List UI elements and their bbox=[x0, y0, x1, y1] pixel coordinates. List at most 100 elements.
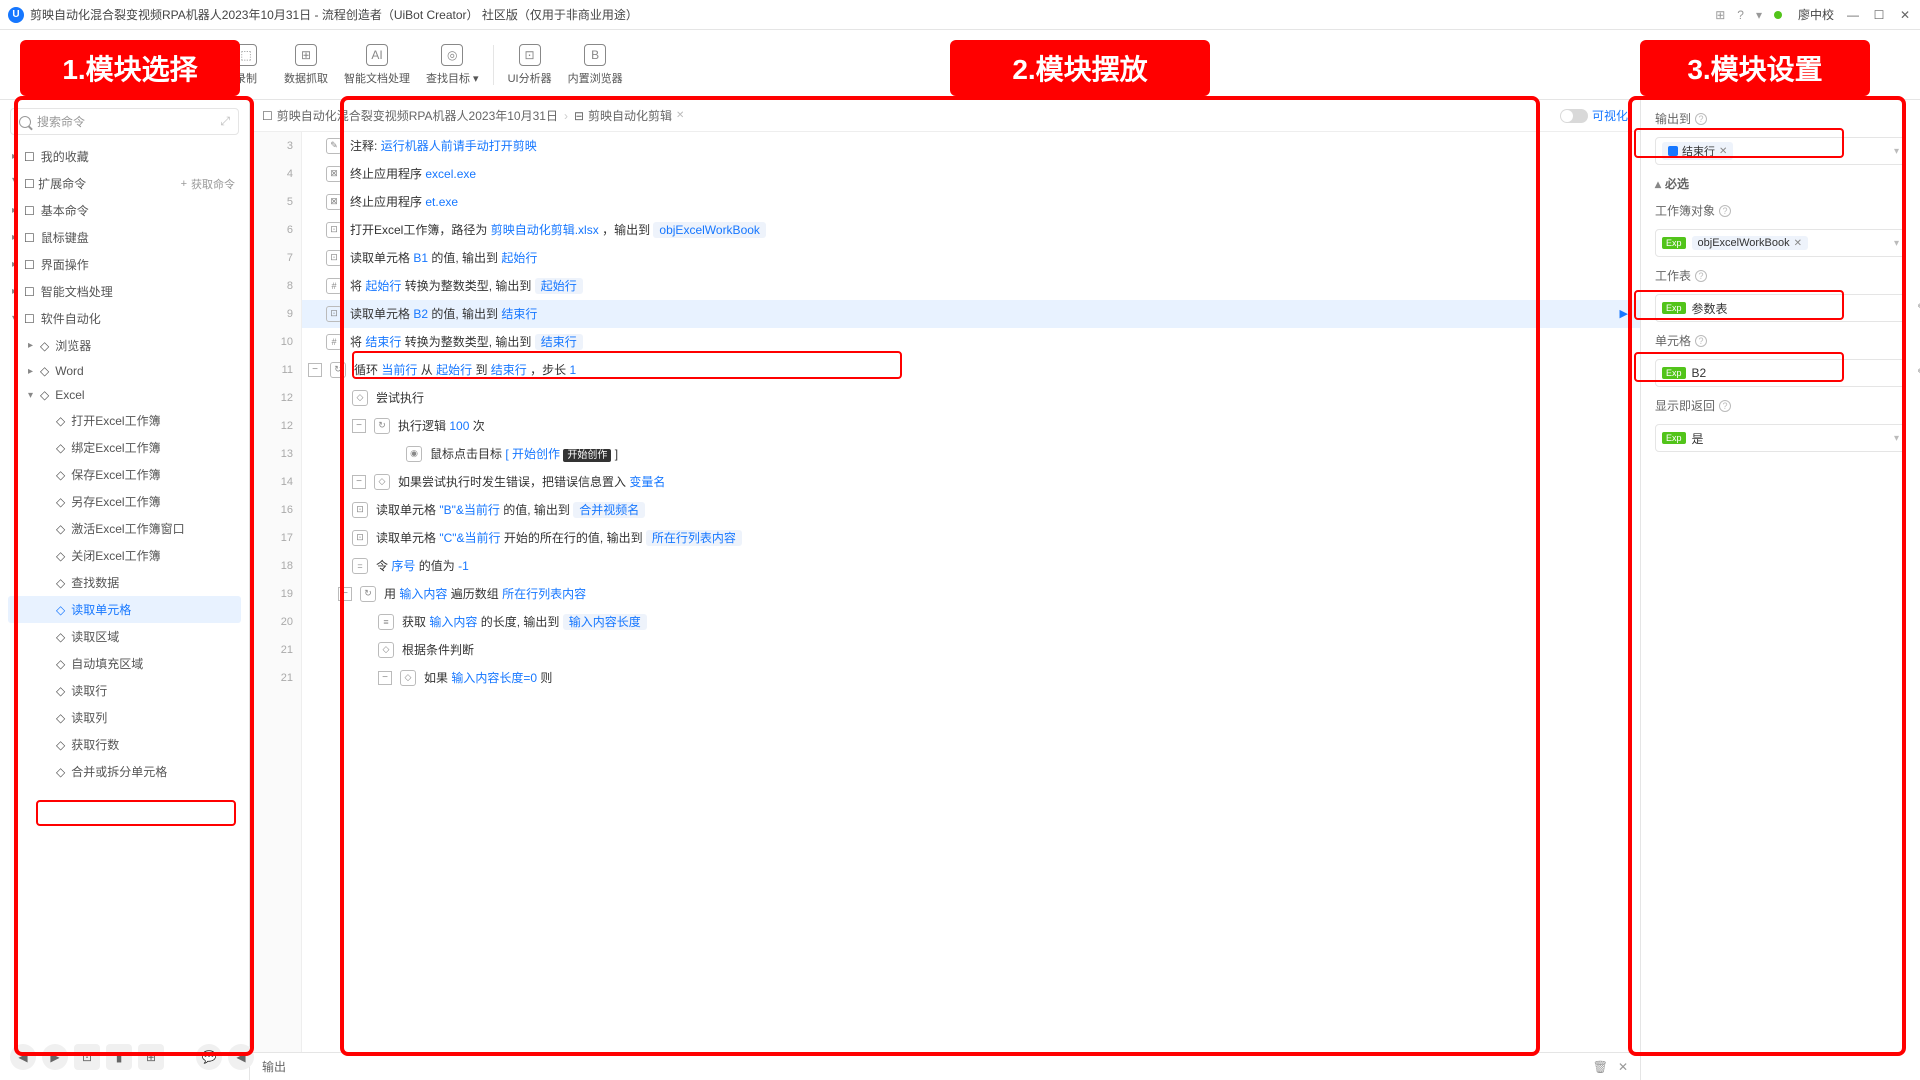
excel-bind[interactable]: ◇ 绑定Excel工作簿 bbox=[8, 434, 241, 461]
code-line-4[interactable]: ⊠终止应用程序 excel.exe bbox=[302, 160, 1640, 188]
tree-excel[interactable]: ▾◇ Excel bbox=[8, 383, 241, 407]
tree-mouse[interactable]: ▸☐ 鼠标键盘 bbox=[8, 224, 241, 251]
data-capture-button[interactable]: ⊞数据抓取 bbox=[276, 40, 336, 90]
output-panel[interactable]: 输出 🗑 ✕ bbox=[250, 1052, 1640, 1080]
tree-basic[interactable]: ▸☐ 基本命令 bbox=[8, 197, 241, 224]
app-icon: U bbox=[8, 7, 24, 23]
excel-activate[interactable]: ◇ 激活Excel工作簿窗口 bbox=[8, 515, 241, 542]
command-tree: ▸☐ 我的收藏 ▾☐ 扩展命令+ 获取命令 ▸☐ 基本命令 ▸☐ 鼠标键盘 ▸☐… bbox=[0, 143, 249, 1072]
search-icon bbox=[19, 116, 31, 128]
prop-cell-field[interactable]: Exp B2 ✎ bbox=[1655, 359, 1906, 387]
code-line-17[interactable]: ⊡读取单元格 "C"&当前行 开始的所在行的值, 输出到 所在行列表内容 bbox=[302, 524, 1640, 552]
run-step-icon[interactable]: ▶ bbox=[1620, 307, 1628, 320]
code-line-19[interactable]: −↻用 输入内容 遍历数组 所在行列表内容 bbox=[302, 580, 1640, 608]
excel-save-as[interactable]: ◇ 另存Excel工作簿 bbox=[8, 488, 241, 515]
prop-sheet-label: 工作表? bbox=[1655, 267, 1906, 284]
app-title: 剪映自动化混合裂变视频RPA机器人2023年10月31日 - 流程创造者（UiB… bbox=[30, 6, 638, 23]
close-icon[interactable]: ✕ bbox=[1898, 8, 1912, 22]
tree-word[interactable]: ▸◇ Word bbox=[8, 359, 241, 383]
tree-auto[interactable]: ▾☐ 软件自动化 bbox=[8, 305, 241, 332]
collapse-icon[interactable]: − bbox=[308, 363, 322, 377]
bt-grid[interactable]: ⊞ bbox=[138, 1044, 164, 1070]
code-line-9[interactable]: ⊡读取单元格 B2 的值, 输出到 结束行▶ bbox=[302, 300, 1640, 328]
excel-read-cell[interactable]: ◇ 读取单元格 bbox=[8, 596, 241, 623]
bt-play[interactable]: ▶ bbox=[42, 1044, 68, 1070]
code-line-21b[interactable]: −◇如果 输入内容长度=0 则 bbox=[302, 664, 1640, 692]
excel-read-col[interactable]: ◇ 读取列 bbox=[8, 704, 241, 731]
code-line-13[interactable]: ◉鼠标点击目标 [ 开始创作 开始创作 ] bbox=[302, 440, 1640, 468]
excel-find[interactable]: ◇ 查找数据 bbox=[8, 569, 241, 596]
bt-rec[interactable]: ⊡ bbox=[74, 1044, 100, 1070]
prop-sheet-field[interactable]: Exp 参数表 ✎ bbox=[1655, 294, 1906, 322]
excel-read-range[interactable]: ◇ 读取区域 bbox=[8, 623, 241, 650]
excel-close[interactable]: ◇ 关闭Excel工作簿 bbox=[8, 542, 241, 569]
tree-smart[interactable]: ▸☐ 智能文档处理 bbox=[8, 278, 241, 305]
bt-collapse[interactable]: ◀ bbox=[228, 1044, 254, 1070]
crumb-root[interactable]: ☐ 剪映自动化混合裂变视频RPA机器人2023年10月31日 bbox=[262, 107, 558, 124]
excel-save[interactable]: ◇ 保存Excel工作簿 bbox=[8, 461, 241, 488]
annotation-1-label: 1.模块选择 bbox=[20, 40, 240, 96]
editor: ☐ 剪映自动化混合裂变视频RPA机器人2023年10月31日 › ⊟ 剪映自动化… bbox=[250, 100, 1640, 1080]
builtin-browser-button[interactable]: B内置浏览器 bbox=[560, 40, 631, 90]
excel-merge-split[interactable]: ◇ 合并或拆分单元格 bbox=[8, 758, 241, 785]
code-line-14[interactable]: −◇如果尝试执行时发生错误，把错误信息置入 变量名 bbox=[302, 468, 1640, 496]
visual-toggle[interactable]: 可视化 bbox=[1560, 107, 1628, 124]
expand-icon[interactable]: ⤢ bbox=[220, 114, 230, 129]
find-target-button[interactable]: ◎查找目标 ▾ bbox=[418, 40, 487, 90]
user-name[interactable]: 廖中校 bbox=[1798, 6, 1834, 23]
required-section[interactable]: ▴必选 bbox=[1655, 175, 1906, 192]
annotation-2-label: 2.模块摆放 bbox=[950, 40, 1210, 96]
code-line-12a[interactable]: ◇尝试执行 bbox=[302, 384, 1640, 412]
prop-output-field[interactable]: 结束行✕ ▾ bbox=[1655, 137, 1906, 165]
prop-workbook-field[interactable]: Exp objExcelWorkBook✕ ▾ bbox=[1655, 229, 1906, 257]
bt-cam[interactable]: ▮ bbox=[106, 1044, 132, 1070]
minimize-icon[interactable]: — bbox=[1846, 8, 1860, 22]
tree-favorites[interactable]: ▸☐ 我的收藏 bbox=[8, 143, 241, 170]
output-close-icon[interactable]: ✕ bbox=[1618, 1060, 1628, 1074]
status-dot bbox=[1774, 11, 1782, 19]
help-icon[interactable]: ? bbox=[1737, 8, 1744, 22]
output-label: 输出 bbox=[262, 1058, 286, 1075]
excel-read-row[interactable]: ◇ 读取行 bbox=[8, 677, 241, 704]
tree-ui[interactable]: ▸☐ 界面操作 bbox=[8, 251, 241, 278]
breadcrumb: ☐ 剪映自动化混合裂变视频RPA机器人2023年10月31日 › ⊟ 剪映自动化… bbox=[250, 100, 1640, 132]
crumb-flow[interactable]: ⊟ 剪映自动化剪辑 ✕ bbox=[574, 107, 684, 124]
bt-back[interactable]: ◀ bbox=[10, 1044, 36, 1070]
code-line-8[interactable]: #将 起始行 转换为整数类型, 输出到 起始行 bbox=[302, 272, 1640, 300]
code-area[interactable]: ✎注释: 运行机器人前请手动打开剪映 ⊠终止应用程序 excel.exe ⊠终止… bbox=[302, 132, 1640, 1052]
code-line-21a[interactable]: ◇根据条件判断 bbox=[302, 636, 1640, 664]
code-line-16[interactable]: ⊡读取单元格 "B"&当前行 的值, 输出到 合并视频名 bbox=[302, 496, 1640, 524]
prop-show-return-field[interactable]: Exp 是 ▾ bbox=[1655, 424, 1906, 452]
apps-icon[interactable]: ⊞ bbox=[1715, 8, 1725, 22]
chevron-down-icon[interactable]: ▾ bbox=[1894, 146, 1899, 157]
excel-open[interactable]: ◇ 打开Excel工作簿 bbox=[8, 407, 241, 434]
bottom-toolbar: ◀ ▶ ⊡ ▮ ⊞ 💬 ◀ bbox=[10, 1044, 254, 1070]
output-trash-icon[interactable]: 🗑 bbox=[1593, 1060, 1608, 1074]
tree-ext[interactable]: ▾☐ 扩展命令+ 获取命令 bbox=[8, 170, 241, 197]
prop-show-return-label: 显示即返回? bbox=[1655, 397, 1906, 414]
get-command-button[interactable]: + 获取命令 bbox=[181, 176, 235, 192]
annotation-3-label: 3.模块设置 bbox=[1640, 40, 1870, 96]
maximize-icon[interactable]: ☐ bbox=[1872, 8, 1886, 22]
prop-output-label: 输出到? bbox=[1655, 110, 1906, 127]
excel-row-count[interactable]: ◇ 获取行数 bbox=[8, 731, 241, 758]
code-line-3[interactable]: ✎注释: 运行机器人前请手动打开剪映 bbox=[302, 132, 1640, 160]
code-line-6[interactable]: ⊡打开Excel工作簿，路径为 剪映自动化剪辑.xlsx ，输出到 objExc… bbox=[302, 216, 1640, 244]
code-line-5[interactable]: ⊠终止应用程序 et.exe bbox=[302, 188, 1640, 216]
chip-remove-icon[interactable]: ✕ bbox=[1719, 146, 1727, 157]
code-line-18[interactable]: =令 序号 的值为 -1 bbox=[302, 552, 1640, 580]
code-line-10[interactable]: #将 结束行 转换为整数类型, 输出到 结束行 bbox=[302, 328, 1640, 356]
excel-autofill[interactable]: ◇ 自动填充区域 bbox=[8, 650, 241, 677]
prop-workbook-label: 工作簿对象? bbox=[1655, 202, 1906, 219]
tree-browser[interactable]: ▸◇ 浏览器 bbox=[8, 332, 241, 359]
gutter: 345678910111212131416171819202121 bbox=[250, 132, 302, 1052]
code-line-20[interactable]: ≡获取 输入内容 的长度, 输出到 输入内容长度 bbox=[302, 608, 1640, 636]
ui-analyzer-button[interactable]: ⊡UI分析器 bbox=[500, 40, 560, 90]
titlebar: U 剪映自动化混合裂变视频RPA机器人2023年10月31日 - 流程创造者（U… bbox=[0, 0, 1920, 30]
smart-doc-button[interactable]: AI智能文档处理 bbox=[336, 40, 418, 90]
bt-chat[interactable]: 💬 bbox=[196, 1044, 222, 1070]
code-line-7[interactable]: ⊡读取单元格 B1 的值, 输出到 起始行 bbox=[302, 244, 1640, 272]
search-input[interactable]: 搜索命令 ⤢ bbox=[10, 108, 239, 135]
code-line-12b[interactable]: −↻执行逻辑 100 次 bbox=[302, 412, 1640, 440]
code-line-11[interactable]: −↻循环 当前行 从 起始行 到 结束行 ，步长 1 bbox=[302, 356, 1640, 384]
